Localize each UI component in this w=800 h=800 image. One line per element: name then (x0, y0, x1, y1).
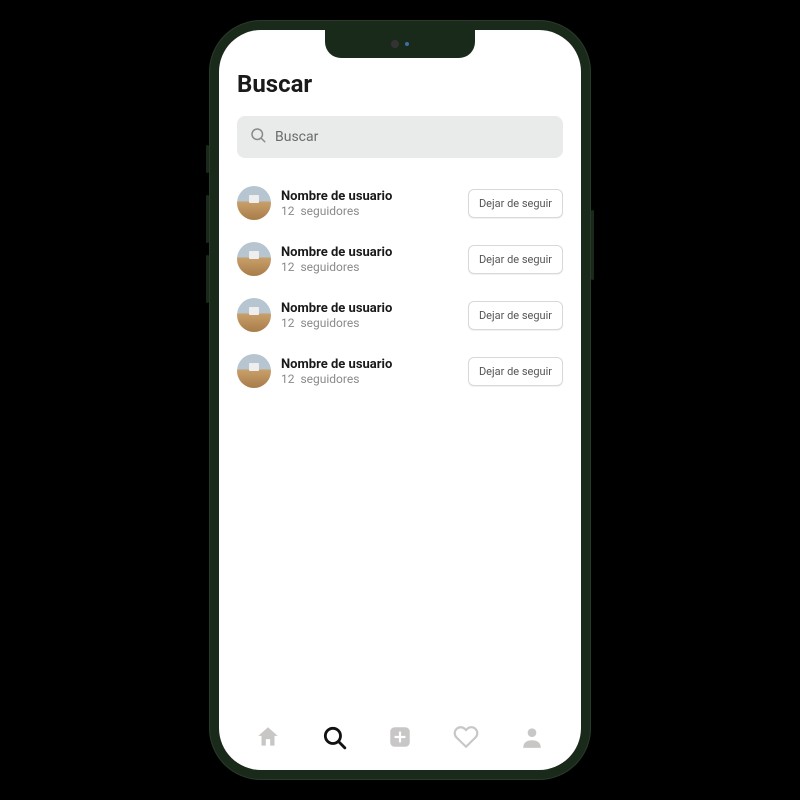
bottom-nav (219, 714, 581, 770)
plus-box-icon (387, 724, 413, 754)
user-row: Nombre de usuario12 seguidores Dejar de s… (237, 178, 563, 234)
user-row: Nombre de usuario12 seguidores Dejar de s… (237, 290, 563, 346)
home-icon (255, 724, 281, 754)
unfollow-button[interactable]: Dejar de seguir (468, 245, 563, 274)
screen-content: Buscar Nombre de usuario12 seguidoresDej… (219, 30, 581, 714)
nav-create[interactable] (382, 721, 418, 757)
search-icon (249, 126, 267, 148)
user-name: Nombre de usuario (281, 357, 458, 372)
search-bar[interactable] (237, 116, 563, 158)
search-input[interactable] (275, 129, 551, 145)
user-name: Nombre de usuario (281, 189, 458, 204)
nav-profile[interactable] (514, 721, 550, 757)
user-info: Nombre de usuario12 seguidores (281, 189, 458, 218)
user-info: Nombre de usuario12 seguidores (281, 301, 458, 330)
unfollow-button[interactable]: Dejar de seguir (468, 301, 563, 330)
user-row: Nombre de usuario12 seguidores Dejar de s… (237, 234, 563, 290)
search-icon (321, 724, 347, 754)
unfollow-button[interactable]: Dejar de seguir (468, 189, 563, 218)
phone-frame: Buscar Nombre de usuario12 seguidoresDej… (209, 20, 591, 780)
nav-likes[interactable] (448, 721, 484, 757)
phone-notch (325, 30, 475, 58)
nav-home[interactable] (250, 721, 286, 757)
nav-search[interactable] (316, 721, 352, 757)
avatar[interactable] (237, 242, 271, 276)
phone-screen: Buscar Nombre de usuario12 seguidoresDej… (219, 30, 581, 770)
phone-side-button (206, 195, 209, 243)
avatar[interactable] (237, 354, 271, 388)
heart-icon (453, 724, 479, 754)
user-info: Nombre de usuario12 seguidores (281, 245, 458, 274)
user-name: Nombre de usuario (281, 301, 458, 316)
user-list: Nombre de usuario12 seguidoresDejar de s… (237, 178, 563, 402)
avatar[interactable] (237, 186, 271, 220)
user-followers: 12 seguidores (281, 204, 458, 218)
user-followers: 12 seguidores (281, 316, 458, 330)
avatar[interactable] (237, 298, 271, 332)
phone-side-button (206, 255, 209, 303)
page-title: Buscar (237, 70, 563, 98)
user-followers: 12 seguidores (281, 260, 458, 274)
phone-side-button (591, 210, 594, 280)
user-followers: 12 seguidores (281, 372, 458, 386)
phone-side-button (206, 145, 209, 173)
user-name: Nombre de usuario (281, 245, 458, 260)
unfollow-button[interactable]: Dejar de seguir (468, 357, 563, 386)
user-row: Nombre de usuario12 seguidores Dejar de s… (237, 346, 563, 402)
person-icon (519, 724, 545, 754)
user-info: Nombre de usuario12 seguidores (281, 357, 458, 386)
